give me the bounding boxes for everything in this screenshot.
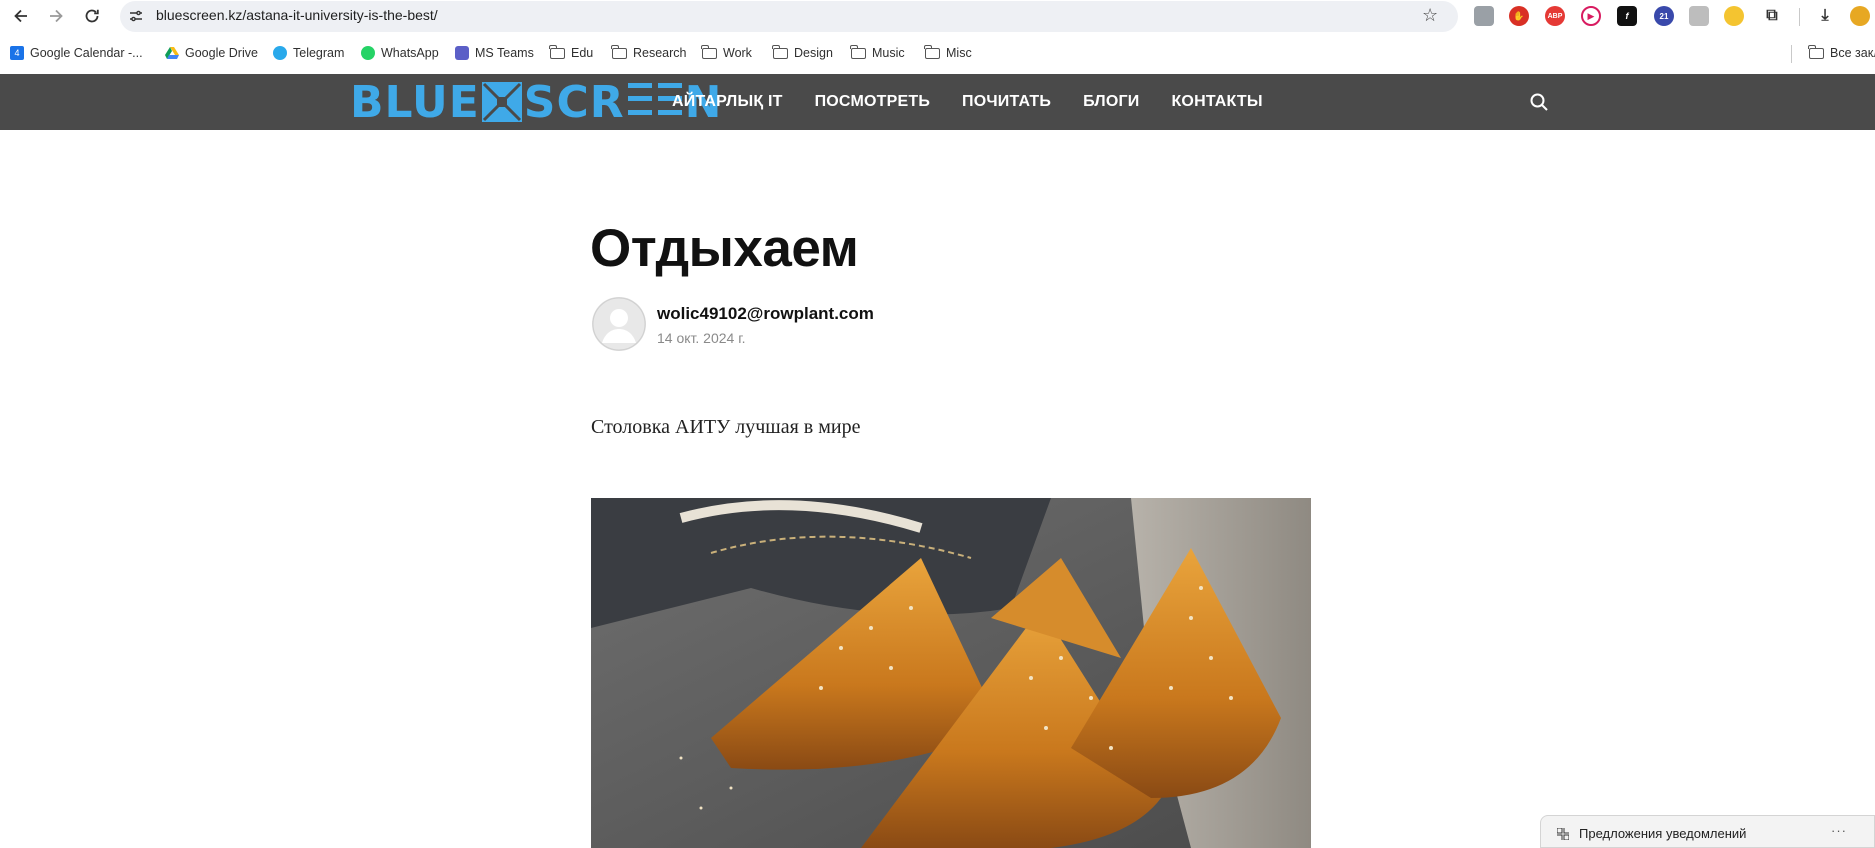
- back-button[interactable]: [9, 4, 33, 28]
- folder-icon: [772, 44, 788, 59]
- search-icon[interactable]: [1529, 92, 1549, 112]
- toolbar-divider: [1799, 8, 1800, 26]
- notification-grid-icon: [1557, 828, 1569, 840]
- adblock-plus-icon[interactable]: ABP: [1545, 6, 1565, 26]
- bookmark-star-icon[interactable]: ☆: [1422, 5, 1438, 26]
- article-hero-image: [591, 498, 1311, 848]
- menu-item-aitarlyq-it[interactable]: АЙТАРЛЫҚ IT: [672, 93, 783, 111]
- folder-icon: [924, 44, 940, 59]
- bookmark-item[interactable]: Telegram: [273, 43, 344, 63]
- calendar-icon: 4: [10, 46, 24, 60]
- extension-font-icon[interactable]: f: [1617, 6, 1637, 26]
- drive-icon: [165, 47, 179, 59]
- bookmark-item[interactable]: WhatsApp: [361, 43, 439, 63]
- bookmark-folder[interactable]: Music: [850, 43, 905, 63]
- forward-button[interactable]: [44, 4, 68, 28]
- telegram-icon: [273, 46, 287, 60]
- menu-item-contacts[interactable]: КОНТАКТЫ: [1171, 93, 1262, 111]
- folder-icon: [701, 44, 717, 59]
- reload-icon: [85, 9, 99, 23]
- bookmark-folder[interactable]: Design: [772, 43, 833, 63]
- extension-graduation-icon[interactable]: 21: [1654, 6, 1674, 26]
- extension-coin-icon[interactable]: [1724, 6, 1744, 26]
- folder-icon: [1808, 44, 1824, 59]
- folder-icon: [611, 44, 627, 59]
- user-placeholder-icon: [592, 297, 646, 351]
- extension-hand-icon[interactable]: ✋: [1509, 6, 1529, 26]
- bookmark-item[interactable]: 4 Google Calendar -...: [10, 43, 143, 63]
- more-options-icon[interactable]: ···: [1831, 823, 1847, 838]
- site-settings-icon[interactable]: [128, 8, 144, 24]
- browser-chrome: bluescreen.kz/astana-it-university-is-th…: [0, 0, 1875, 74]
- author-name-link[interactable]: wolic49102@rowplant.com: [657, 304, 874, 324]
- author-avatar[interactable]: [592, 297, 646, 351]
- extension-play-icon[interactable]: ▶: [1581, 6, 1601, 26]
- teams-icon: [455, 46, 469, 60]
- article-body: Столовка АИТУ лучшая в мире: [591, 416, 861, 438]
- whatsapp-icon: [361, 46, 375, 60]
- extension-grey-icon[interactable]: [1474, 6, 1494, 26]
- samsa-pastry-photo: [591, 498, 1311, 848]
- logo-e-glyph: [627, 77, 652, 128]
- site-logo[interactable]: BLUE SCR N: [350, 77, 723, 128]
- menu-item-blogs[interactable]: БЛОГИ: [1083, 93, 1139, 111]
- bookmark-item[interactable]: MS Teams: [455, 43, 534, 63]
- bookmark-folder[interactable]: Edu: [549, 43, 593, 63]
- url-text[interactable]: bluescreen.kz/astana-it-university-is-th…: [156, 7, 438, 23]
- menu-item-read[interactable]: ПОЧИТАТЬ: [962, 93, 1051, 111]
- download-icon[interactable]: ⤓: [1815, 6, 1835, 26]
- extension-box-icon[interactable]: [1689, 6, 1709, 26]
- arrow-right-icon: [50, 9, 63, 23]
- article-title: Отдыхаем: [590, 219, 859, 278]
- main-menu: АЙТАРЛЫҚ IT ПОСМОТРЕТЬ ПОЧИТАТЬ БЛОГИ КО…: [672, 74, 1295, 130]
- notification-text: Предложения уведомлений: [1579, 826, 1747, 841]
- extensions-puzzle-icon[interactable]: ⧉: [1762, 6, 1782, 26]
- bookmarks-divider: [1791, 45, 1792, 63]
- folder-icon: [850, 44, 866, 59]
- bookmark-folder[interactable]: Work: [701, 43, 752, 63]
- bookmark-folder[interactable]: Research: [611, 43, 687, 63]
- bookmark-item[interactable]: Google Drive: [165, 43, 258, 63]
- folder-icon: [549, 44, 565, 59]
- notification-suggestions-popup[interactable]: Предложения уведомлений ···: [1540, 815, 1875, 848]
- site-header: BLUE SCR N АЙТАРЛЫҚ IT ПОСМОТРЕТЬ ПОЧИТА…: [0, 74, 1875, 130]
- all-bookmarks-folder[interactable]: Все закл: [1808, 43, 1875, 63]
- bookmark-folder[interactable]: Misc: [924, 43, 972, 63]
- post-date: 14 окт. 2024 г.: [657, 330, 746, 346]
- reload-button[interactable]: [80, 4, 104, 28]
- profile-avatar[interactable]: [1850, 6, 1870, 26]
- browser-toolbar: bluescreen.kz/astana-it-university-is-th…: [0, 0, 1875, 33]
- menu-item-watch[interactable]: ПОСМОТРЕТЬ: [815, 93, 930, 111]
- bookmarks-bar: 4 Google Calendar -... Google Drive Tele…: [0, 41, 1875, 65]
- arrow-left-icon: [14, 9, 27, 23]
- logo-envelope-icon: [481, 82, 522, 122]
